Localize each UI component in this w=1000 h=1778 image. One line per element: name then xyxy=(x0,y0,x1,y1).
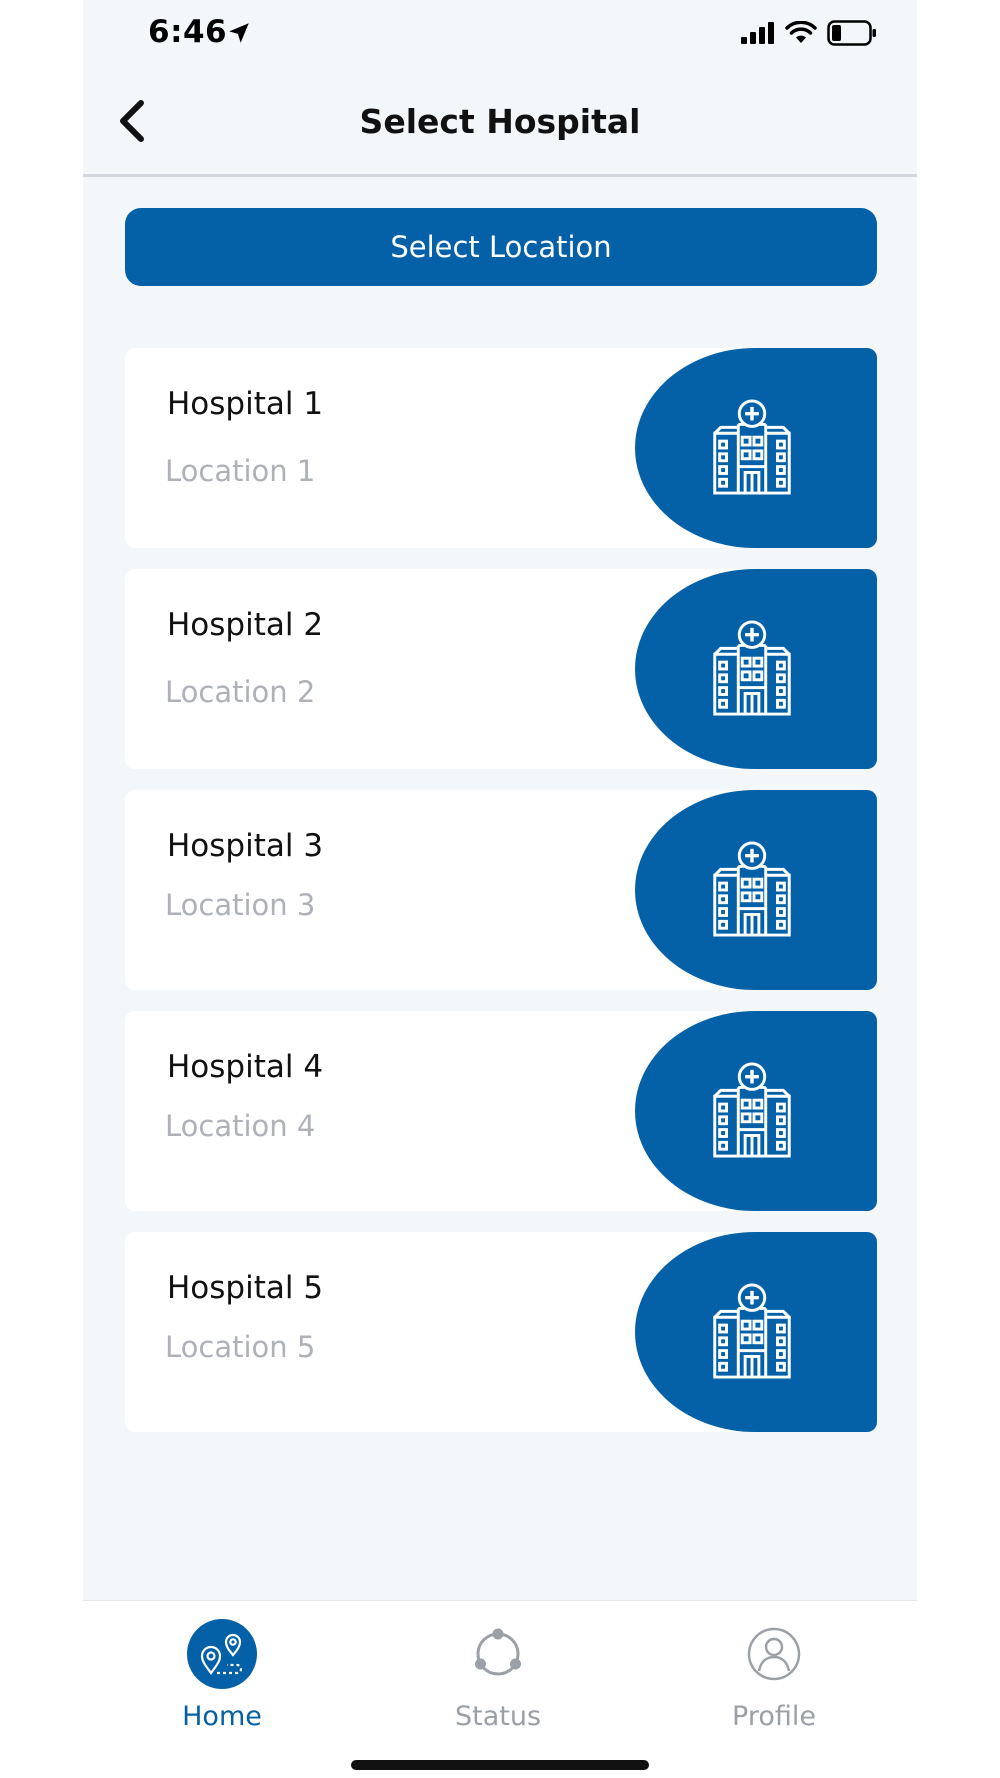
hospital-name: Hospital 5 xyxy=(167,1270,324,1306)
hospital-icon-tab xyxy=(635,1232,877,1432)
cellular-signal-icon xyxy=(741,22,774,44)
select-location-button[interactable]: Select Location xyxy=(125,208,877,286)
tab-profile-label: Profile xyxy=(732,1701,816,1732)
battery-icon xyxy=(827,20,876,46)
location-arrow-icon xyxy=(229,23,249,43)
hospital-building-icon xyxy=(713,841,791,937)
page-title: Select Hospital xyxy=(359,102,641,141)
hospital-building-icon xyxy=(713,1062,791,1158)
hospital-card[interactable]: Hospital 1 Location 1 xyxy=(125,348,877,548)
status-tab-icon-wrap xyxy=(463,1619,533,1689)
wifi-icon xyxy=(785,21,817,43)
hospital-icon-tab xyxy=(635,569,877,769)
status-cycle-icon xyxy=(475,1628,521,1676)
hospital-location: Location 5 xyxy=(165,1330,316,1364)
hospital-name: Hospital 2 xyxy=(167,607,324,643)
hospital-location: Location 1 xyxy=(165,454,316,488)
status-indicators xyxy=(741,20,877,46)
hospital-building-icon xyxy=(713,1283,791,1379)
tab-home-label: Home xyxy=(182,1701,262,1732)
home-indicator xyxy=(351,1760,649,1770)
app-screen: 6:46 Select Hospital Select Location Hos… xyxy=(83,0,917,1778)
map-route-icon xyxy=(200,1633,243,1675)
status-time: 6:46 xyxy=(148,14,228,50)
home-tab-icon-wrap xyxy=(187,1619,257,1689)
tab-profile[interactable]: Profile xyxy=(694,1619,854,1732)
profile-tab-icon-wrap xyxy=(739,1619,809,1689)
hospital-card[interactable]: Hospital 2 Location 2 xyxy=(125,569,877,769)
hospital-card[interactable]: Hospital 5 Location 5 xyxy=(125,1232,877,1432)
hospital-building-icon xyxy=(713,399,791,495)
hospital-card[interactable]: Hospital 3 Location 3 xyxy=(125,790,877,990)
bottom-tab-bar: Home Status Profile xyxy=(83,1600,917,1778)
hospital-icon-tab xyxy=(635,790,877,990)
hospital-icon-tab xyxy=(635,1011,877,1211)
hospital-building-icon xyxy=(713,620,791,716)
hospital-list: Hospital 1 Location 1 Hospital 2 Locatio… xyxy=(125,348,877,1453)
tab-home[interactable]: Home xyxy=(142,1619,302,1732)
hospital-name: Hospital 4 xyxy=(167,1049,324,1085)
hospital-card[interactable]: Hospital 4 Location 4 xyxy=(125,1011,877,1211)
status-bar: 6:46 xyxy=(83,0,917,70)
hospital-location: Location 4 xyxy=(165,1109,316,1143)
hospital-location: Location 2 xyxy=(165,675,316,709)
select-location-label: Select Location xyxy=(390,230,612,264)
hospital-name: Hospital 1 xyxy=(167,386,324,422)
user-circle-icon xyxy=(747,1627,801,1681)
hospital-icon-tab xyxy=(635,348,877,548)
hospital-name: Hospital 3 xyxy=(167,828,324,864)
hospital-location: Location 3 xyxy=(165,888,316,922)
nav-bar: Select Hospital xyxy=(83,70,917,177)
tab-status[interactable]: Status xyxy=(418,1619,578,1732)
tab-status-label: Status xyxy=(454,1701,542,1732)
